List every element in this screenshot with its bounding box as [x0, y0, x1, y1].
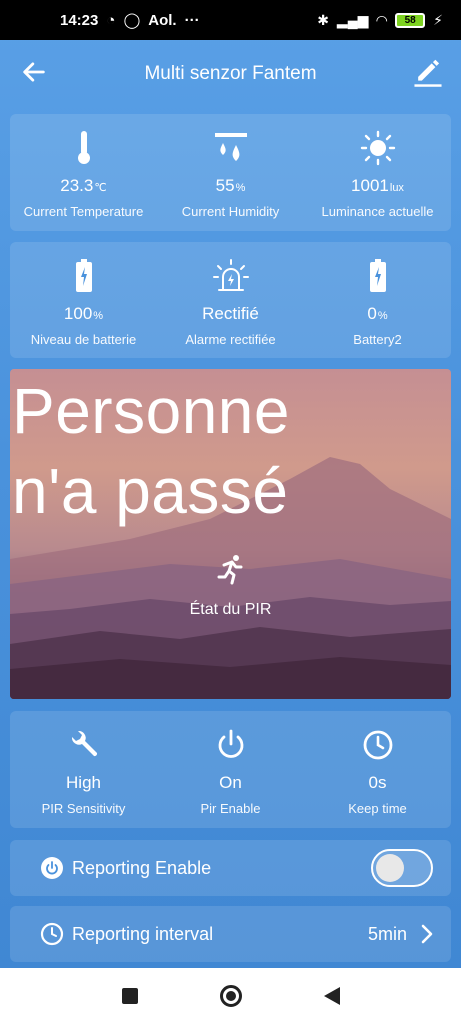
luminance-unit: lux	[389, 182, 404, 194]
home-icon[interactable]	[219, 985, 242, 1007]
wrench-icon	[71, 730, 97, 757]
signal-icon: ▂▄▆	[336, 11, 369, 28]
keep-time-label: Keep time	[348, 801, 407, 816]
temperature-unit: ℃	[94, 182, 107, 194]
system-navigation-bar	[0, 968, 461, 1024]
pir-sensitivity-label: PIR Sensitivity	[41, 801, 126, 816]
temperature-value: 23.3	[60, 176, 94, 195]
battery2-value: 0	[367, 304, 377, 323]
battery-level-label: Niveau de batterie	[30, 332, 137, 347]
clock-icon	[40, 922, 64, 946]
sensor-card-status: 100% Niveau de batterie Rectifié Alarme …	[10, 242, 451, 358]
aol-notification-icon: ◯	[123, 12, 141, 29]
sensor-card-environment: 23.3℃ Current Temperature 55% Current Hu…	[10, 114, 451, 231]
humidity-label: Current Humidity	[181, 204, 280, 219]
pir-enable-value: On	[219, 773, 242, 792]
page-title: Multi senzor Fantem	[144, 63, 317, 84]
charging-icon: ⚡	[433, 11, 443, 28]
running-person-icon	[217, 555, 243, 585]
edit-pencil-icon[interactable]	[413, 56, 443, 88]
status-bar: 14:23 ◔ ◯ Aol. ··· ✱ ▂▄▆ ◠ 58 ⚡	[0, 0, 461, 40]
battery-level-cell[interactable]: 100% Niveau de batterie	[10, 242, 157, 358]
pir-status-card[interactable]: Personne n'a passé État du PIR	[10, 369, 451, 699]
battery-icon	[75, 259, 92, 292]
back-arrow-icon[interactable]	[20, 58, 48, 86]
reporting-interval-label: Reporting interval	[72, 923, 214, 944]
status-time: 14:23	[60, 11, 99, 29]
keep-time-value: 0s	[368, 773, 387, 792]
battery2-label: Battery2	[353, 332, 402, 347]
recent-apps-icon[interactable]	[121, 988, 138, 1004]
reporting-enable-row: Reporting Enable	[10, 840, 451, 896]
temperature-label: Current Temperature	[23, 204, 144, 219]
pir-enable-label: Pir Enable	[200, 801, 261, 816]
reporting-interval-value: 5min	[367, 923, 407, 944]
pir-state-label: État du PIR	[189, 601, 272, 618]
battery-level-value: 100	[63, 304, 93, 323]
clock-icon	[363, 730, 392, 760]
wifi-icon: ◠	[376, 11, 388, 28]
power-circle-icon	[41, 857, 63, 879]
back-triangle-icon[interactable]	[323, 987, 340, 1005]
sun-icon	[360, 130, 395, 166]
alarm-label: Alarme rectifiée	[185, 332, 276, 347]
luminance-cell[interactable]: 1001lux Luminance actuelle	[304, 114, 451, 231]
thermometer-icon	[77, 131, 90, 164]
humidity-cell[interactable]: 55% Current Humidity	[157, 114, 304, 231]
pir-settings-card: High PIR Sensitivity On Pir Enable 0s Ke…	[10, 711, 451, 828]
alarm-icon	[212, 259, 249, 291]
keep-time-cell[interactable]: 0s Keep time	[304, 711, 451, 828]
luminance-value: 1001	[351, 176, 389, 195]
luminance-label: Luminance actuelle	[321, 204, 434, 219]
circle-notification-icon: ◔	[106, 11, 116, 29]
reporting-interval-row[interactable]: Reporting interval 5min	[10, 906, 451, 962]
chevron-right-icon	[421, 924, 433, 944]
humidity-value: 55	[215, 176, 235, 195]
pir-enable-cell[interactable]: On Pir Enable	[157, 711, 304, 828]
toggle-knob	[376, 854, 404, 882]
app-header: Multi senzor Fantem	[0, 40, 461, 108]
pir-sensitivity-value: High	[66, 773, 101, 792]
battery-level-unit: %	[93, 310, 104, 322]
humidity-unit: %	[235, 182, 246, 194]
pir-sensitivity-cell[interactable]: High PIR Sensitivity	[10, 711, 157, 828]
pir-status-line-1: Personne	[12, 375, 290, 447]
pir-status-line-2: n'a passé	[12, 455, 289, 527]
humidity-icon	[214, 133, 247, 161]
reporting-enable-toggle[interactable]	[371, 849, 433, 887]
more-notifications-icon: ···	[184, 11, 200, 29]
pir-status-text: Personne n'a passé	[12, 371, 290, 531]
alarm-value: Rectifié	[202, 304, 259, 323]
bluetooth-icon: ✱	[317, 11, 329, 28]
battery2-unit: %	[377, 310, 388, 322]
reporting-enable-label: Reporting Enable	[72, 857, 212, 878]
temperature-cell[interactable]: 23.3℃ Current Temperature	[10, 114, 157, 231]
power-icon	[218, 729, 243, 758]
alarm-cell[interactable]: Rectifié Alarme rectifiée	[157, 242, 304, 358]
battery2-cell[interactable]: 0% Battery2	[304, 242, 451, 358]
battery-status-icon: 58	[395, 12, 426, 28]
battery-icon	[369, 259, 386, 292]
status-carrier: Aol.	[148, 11, 177, 29]
